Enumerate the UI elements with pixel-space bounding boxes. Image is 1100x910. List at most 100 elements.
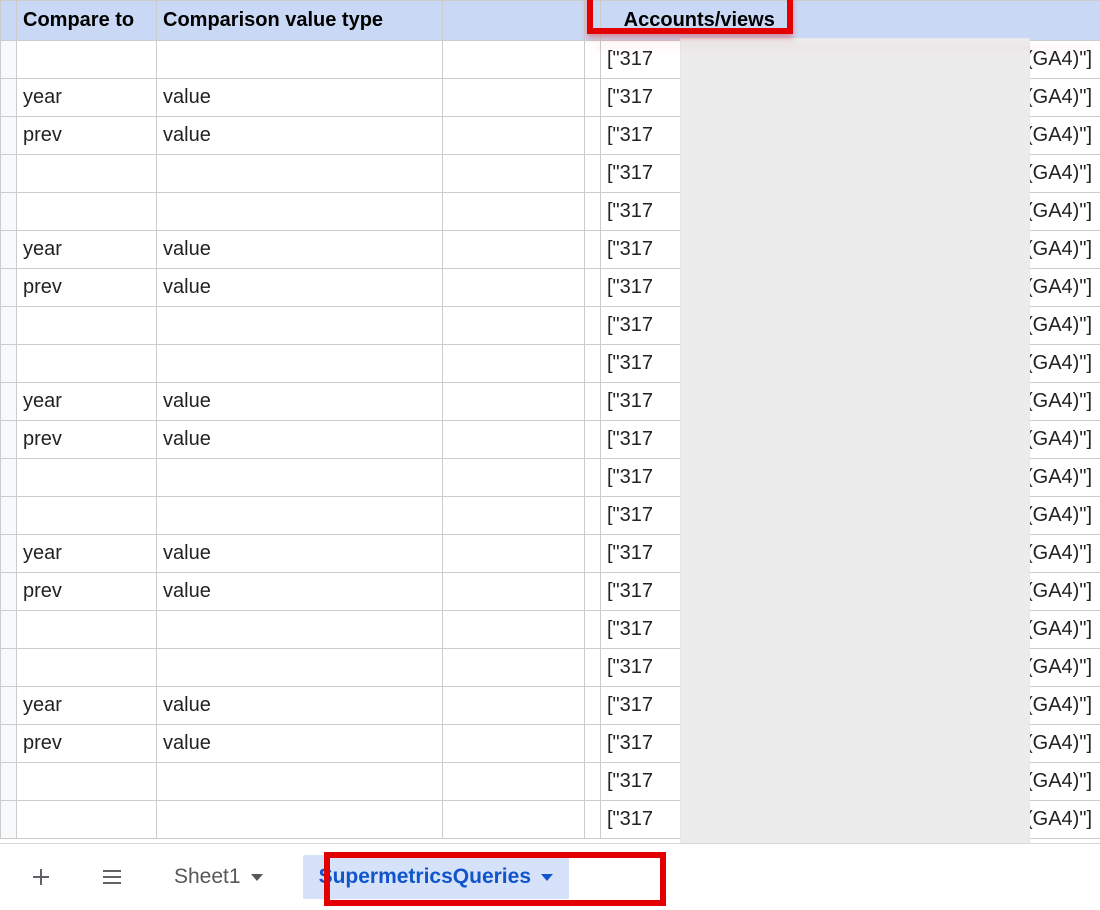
cell-blank[interactable] — [443, 269, 585, 307]
cell-blank[interactable] — [443, 459, 585, 497]
cell-blank[interactable] — [585, 421, 601, 459]
cell-blank[interactable] — [585, 459, 601, 497]
add-sheet-button[interactable] — [20, 860, 62, 894]
cell-comparison-value-type[interactable]: value — [157, 117, 443, 155]
cell-blank[interactable] — [443, 763, 585, 801]
cell-blank[interactable] — [585, 649, 601, 687]
cell-compare-to[interactable]: prev — [17, 117, 157, 155]
cell-blank[interactable] — [443, 155, 585, 193]
col-compare-to[interactable]: Compare to — [17, 1, 157, 41]
cell-compare-to[interactable] — [17, 193, 157, 231]
cell-blank[interactable] — [585, 611, 601, 649]
row-stub — [1, 687, 17, 725]
accounts-suffix: (GA4)"] — [1026, 656, 1094, 679]
tab-sheet1[interactable]: Sheet1 — [162, 857, 275, 897]
accounts-prefix: ["317 — [607, 352, 653, 374]
cell-blank[interactable] — [443, 497, 585, 535]
cell-blank[interactable] — [585, 535, 601, 573]
cell-blank[interactable] — [585, 687, 601, 725]
cell-blank[interactable] — [585, 345, 601, 383]
col-accounts-views[interactable]: Accounts/views — [601, 1, 1100, 41]
cell-blank[interactable] — [585, 117, 601, 155]
col-comparison-value-type[interactable]: Comparison value type — [157, 1, 443, 41]
cell-blank[interactable] — [443, 231, 585, 269]
cell-blank[interactable] — [443, 117, 585, 155]
cell-blank[interactable] — [443, 573, 585, 611]
cell-blank[interactable] — [585, 383, 601, 421]
cell-blank[interactable] — [443, 345, 585, 383]
cell-blank[interactable] — [585, 573, 601, 611]
cell-comparison-value-type[interactable] — [157, 155, 443, 193]
cell-blank[interactable] — [585, 79, 601, 117]
cell-compare-to[interactable]: year — [17, 231, 157, 269]
cell-blank[interactable] — [585, 155, 601, 193]
cell-compare-to[interactable] — [17, 497, 157, 535]
cell-blank[interactable] — [585, 231, 601, 269]
cell-blank[interactable] — [443, 725, 585, 763]
row-stub — [1, 307, 17, 345]
cell-comparison-value-type[interactable]: value — [157, 269, 443, 307]
cell-blank[interactable] — [443, 611, 585, 649]
cell-compare-to[interactable]: year — [17, 383, 157, 421]
cell-blank[interactable] — [443, 687, 585, 725]
cell-compare-to[interactable] — [17, 649, 157, 687]
cell-comparison-value-type[interactable]: value — [157, 687, 443, 725]
cell-blank[interactable] — [443, 383, 585, 421]
cell-comparison-value-type[interactable]: value — [157, 421, 443, 459]
cell-compare-to[interactable]: prev — [17, 573, 157, 611]
cell-comparison-value-type[interactable] — [157, 763, 443, 801]
header-blank-2[interactable] — [585, 1, 601, 41]
tab-supermetrics-queries[interactable]: SupermetricsQueries — [303, 855, 569, 899]
cell-comparison-value-type[interactable]: value — [157, 231, 443, 269]
accounts-prefix: ["317 — [607, 542, 653, 564]
cell-blank[interactable] — [585, 725, 601, 763]
cell-comparison-value-type[interactable] — [157, 193, 443, 231]
cell-compare-to[interactable] — [17, 459, 157, 497]
menu-icon — [100, 865, 124, 889]
cell-comparison-value-type[interactable]: value — [157, 573, 443, 611]
cell-compare-to[interactable] — [17, 41, 157, 79]
cell-compare-to[interactable] — [17, 307, 157, 345]
cell-blank[interactable] — [585, 269, 601, 307]
cell-comparison-value-type[interactable]: value — [157, 79, 443, 117]
header-blank-1[interactable] — [443, 1, 585, 41]
cell-comparison-value-type[interactable] — [157, 345, 443, 383]
cell-blank[interactable] — [443, 79, 585, 117]
cell-blank[interactable] — [443, 41, 585, 79]
cell-compare-to[interactable]: year — [17, 79, 157, 117]
cell-blank[interactable] — [585, 41, 601, 79]
cell-compare-to[interactable] — [17, 345, 157, 383]
cell-comparison-value-type[interactable]: value — [157, 383, 443, 421]
cell-blank[interactable] — [443, 801, 585, 839]
cell-blank[interactable] — [585, 307, 601, 345]
cell-comparison-value-type[interactable] — [157, 611, 443, 649]
accounts-prefix: ["317 — [607, 428, 653, 450]
cell-blank[interactable] — [443, 535, 585, 573]
cell-blank[interactable] — [443, 649, 585, 687]
cell-blank[interactable] — [443, 421, 585, 459]
cell-blank[interactable] — [585, 193, 601, 231]
cell-compare-to[interactable]: prev — [17, 421, 157, 459]
cell-compare-to[interactable] — [17, 155, 157, 193]
cell-comparison-value-type[interactable] — [157, 41, 443, 79]
cell-comparison-value-type[interactable] — [157, 801, 443, 839]
cell-comparison-value-type[interactable]: value — [157, 535, 443, 573]
cell-compare-to[interactable]: year — [17, 535, 157, 573]
cell-comparison-value-type[interactable] — [157, 649, 443, 687]
cell-comparison-value-type[interactable] — [157, 307, 443, 345]
all-sheets-button[interactable] — [90, 859, 134, 895]
cell-compare-to[interactable] — [17, 611, 157, 649]
cell-comparison-value-type[interactable]: value — [157, 725, 443, 763]
cell-blank[interactable] — [585, 801, 601, 839]
cell-compare-to[interactable] — [17, 801, 157, 839]
cell-comparison-value-type[interactable] — [157, 497, 443, 535]
cell-compare-to[interactable]: year — [17, 687, 157, 725]
cell-compare-to[interactable]: prev — [17, 725, 157, 763]
cell-blank[interactable] — [443, 193, 585, 231]
cell-compare-to[interactable]: prev — [17, 269, 157, 307]
cell-blank[interactable] — [443, 307, 585, 345]
cell-comparison-value-type[interactable] — [157, 459, 443, 497]
cell-compare-to[interactable] — [17, 763, 157, 801]
cell-blank[interactable] — [585, 763, 601, 801]
cell-blank[interactable] — [585, 497, 601, 535]
